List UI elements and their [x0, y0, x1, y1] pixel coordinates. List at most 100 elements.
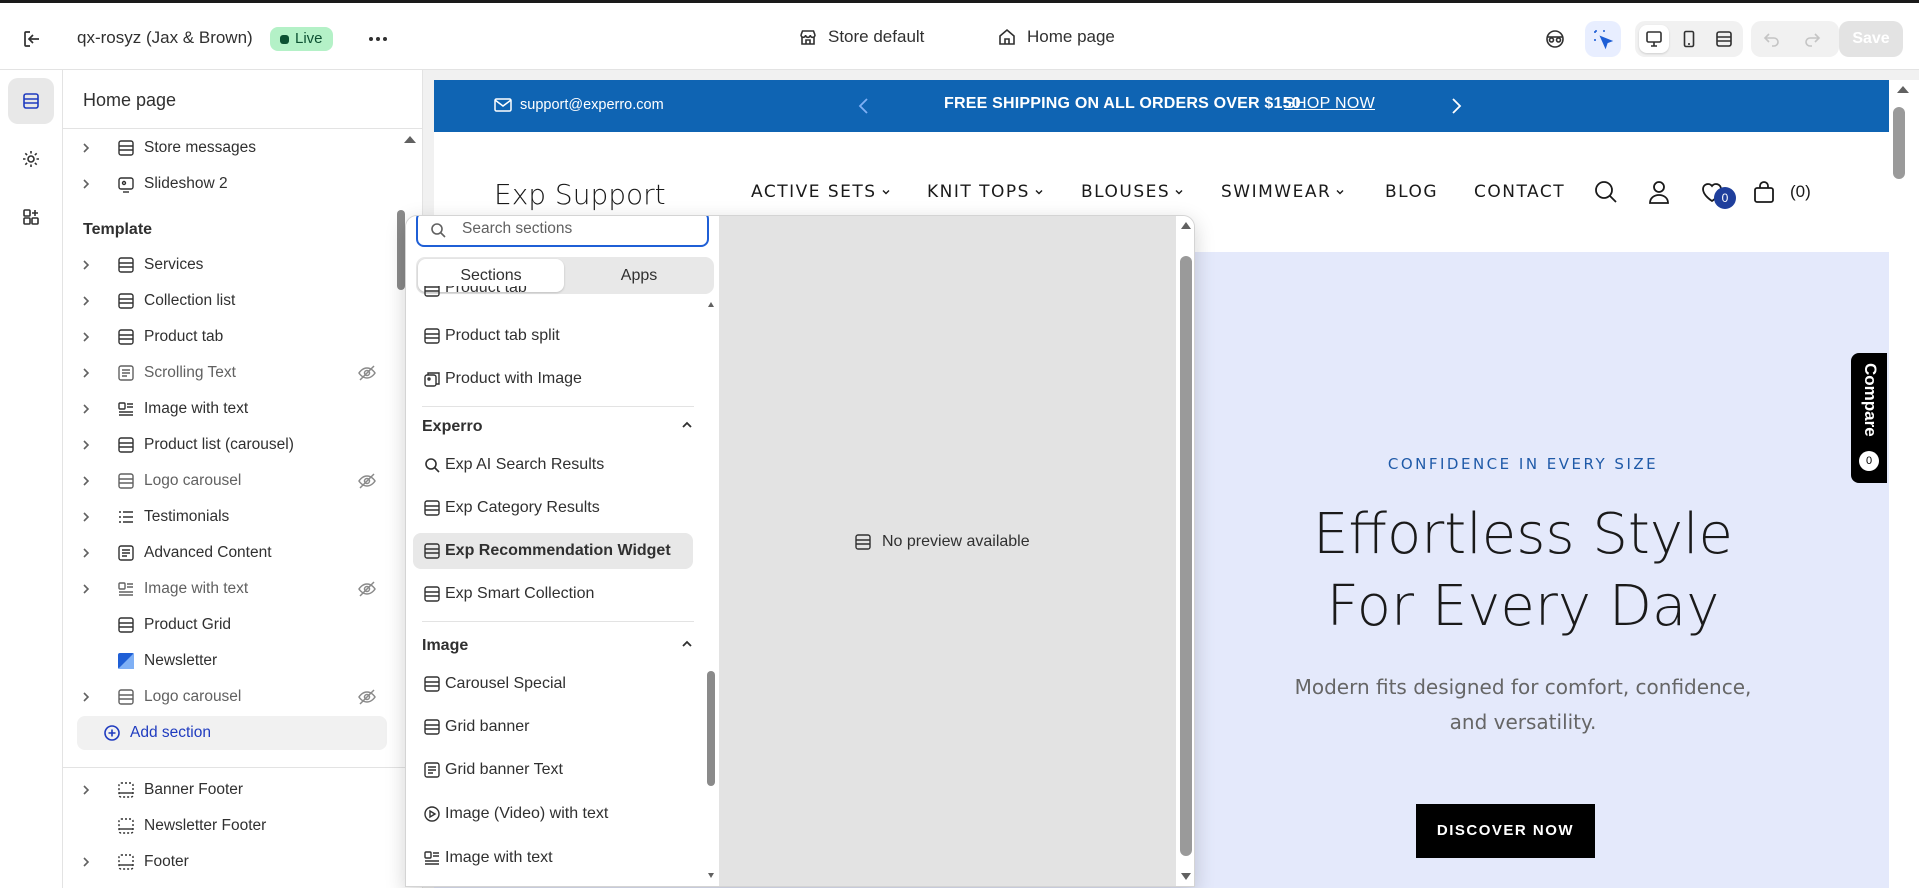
user-icon[interactable]	[1645, 178, 1673, 206]
page-selector[interactable]: Home page	[997, 27, 1115, 47]
theme-settings-nav-button[interactable]	[8, 136, 54, 182]
chevron-right-icon[interactable]	[79, 783, 93, 797]
select-element-button[interactable]	[1585, 21, 1621, 57]
chevron-left-icon[interactable]	[854, 96, 874, 116]
sidebar-item-store-messages[interactable]: Store messages	[77, 132, 387, 164]
exit-icon[interactable]	[20, 27, 44, 51]
section-list-scrollbar[interactable]	[707, 671, 715, 786]
scroll-up-arrow-icon[interactable]	[403, 134, 417, 144]
sidebar-item-logo-carousel[interactable]: Logo carousel	[77, 465, 387, 497]
list-item-image-with-text[interactable]: Image with text	[413, 840, 693, 876]
store-logo[interactable]: Exp Support	[494, 178, 666, 211]
sidebar-scrollbar[interactable]	[397, 210, 405, 290]
sidebar-item-footer[interactable]: Footer	[77, 846, 387, 878]
scroll-down-arrow-icon[interactable]	[1180, 872, 1192, 882]
redo-icon[interactable]	[1803, 30, 1821, 48]
list-item-exp-recommendation-widget[interactable]: Exp Recommendation Widget	[413, 533, 693, 569]
sections-nav-button[interactable]	[8, 78, 54, 124]
scroll-up-arrow-icon[interactable]	[707, 300, 715, 308]
scroll-up-arrow-icon[interactable]	[1896, 84, 1910, 94]
nav-item-swimwear[interactable]: SWIMWEAR	[1221, 182, 1345, 202]
sidebar-item-services[interactable]: Services	[77, 249, 387, 281]
chevron-right-icon[interactable]	[79, 690, 93, 704]
sidebar-item-advanced-content[interactable]: Advanced Content	[77, 537, 387, 569]
preview-scrollbar-thumb[interactable]	[1893, 107, 1905, 179]
chevron-right-icon[interactable]	[79, 366, 93, 380]
nav-item-contact[interactable]: CONTACT	[1474, 182, 1565, 202]
compare-tab[interactable]: Compare 0	[1851, 353, 1887, 483]
chevron-right-icon[interactable]	[79, 582, 93, 596]
list-item-grid-banner-text[interactable]: Grid banner Text	[413, 752, 693, 788]
fullwidth-icon	[1716, 31, 1732, 47]
sidebar-item-product-grid[interactable]: Product Grid	[77, 609, 387, 641]
search-field[interactable]	[416, 216, 709, 247]
chevron-right-icon[interactable]	[79, 546, 93, 560]
sidebar-item-testimonials[interactable]: Testimonials	[77, 501, 387, 533]
sidebar-item-logo-carousel-2[interactable]: Logo carousel	[77, 681, 387, 713]
search-input[interactable]	[462, 218, 692, 240]
chevron-right-icon[interactable]	[79, 474, 93, 488]
chevron-right-icon[interactable]	[79, 177, 93, 191]
apps-nav-button[interactable]	[8, 194, 54, 240]
discover-now-button[interactable]: DISCOVER NOW	[1416, 804, 1595, 858]
nav-item-blog[interactable]: BLOG	[1385, 182, 1438, 202]
sidebar-item-product-list-carousel[interactable]: Product list (carousel)	[77, 429, 387, 461]
preview-scrollbar-track	[1889, 80, 1919, 888]
cart-count[interactable]: (0)	[1790, 182, 1811, 202]
support-email[interactable]: support@experro.com	[494, 97, 664, 113]
sidebar-item-image-with-text-2[interactable]: Image with text	[77, 573, 387, 605]
save-button[interactable]: Save	[1839, 21, 1903, 57]
eye-hidden-icon[interactable]	[357, 363, 377, 383]
fullwidth-view-button[interactable]	[1709, 25, 1739, 53]
eye-hidden-icon[interactable]	[357, 471, 377, 491]
theme-selector[interactable]: Store default	[798, 27, 924, 47]
shopping-bag-icon[interactable]	[1750, 178, 1778, 206]
chevron-right-icon[interactable]	[79, 258, 93, 272]
add-section-button[interactable]: Add section	[77, 716, 387, 750]
sidebar-item-scrolling-text[interactable]: Scrolling Text	[77, 357, 387, 389]
list-item-product-tab[interactable]: Product tab	[413, 286, 693, 306]
sidebar-item-image-with-text[interactable]: Image with text	[77, 393, 387, 425]
desktop-view-button[interactable]	[1639, 25, 1669, 53]
group-header-image[interactable]: Image	[422, 637, 694, 655]
more-actions-icon[interactable]	[364, 27, 392, 51]
chevron-right-icon[interactable]	[79, 438, 93, 452]
scroll-down-arrow-icon[interactable]	[707, 872, 715, 880]
group-header-experro[interactable]: Experro	[422, 418, 694, 436]
chevron-right-icon[interactable]	[1446, 96, 1466, 116]
list-item-product-tab-split[interactable]: Product tab split	[413, 318, 693, 354]
chevron-right-icon[interactable]	[79, 510, 93, 524]
sidebar-item-slideshow[interactable]: Slideshow 2	[77, 168, 387, 200]
undo-icon[interactable]	[1763, 30, 1781, 48]
eye-hidden-icon[interactable]	[357, 687, 377, 707]
sidebar-item-banner-footer[interactable]: Banner Footer	[77, 774, 387, 806]
mobile-view-button[interactable]	[1674, 25, 1704, 53]
scroll-up-arrow-icon[interactable]	[1180, 220, 1192, 230]
chevron-right-icon[interactable]	[79, 294, 93, 308]
list-item-exp-smart-collection[interactable]: Exp Smart Collection	[413, 576, 693, 612]
nav-item-knit-tops[interactable]: KNIT TOPS	[927, 182, 1044, 202]
nav-item-blouses[interactable]: BLOUSES	[1081, 182, 1184, 202]
eye-hidden-icon[interactable]	[357, 579, 377, 599]
chevron-right-icon[interactable]	[79, 402, 93, 416]
nav-item-active-sets[interactable]: ACTIVE SETS	[751, 182, 891, 202]
sidebar-item-newsletter-footer[interactable]: Newsletter Footer	[77, 810, 387, 842]
chevron-up-icon[interactable]	[680, 637, 694, 651]
list-item-carousel-special[interactable]: Carousel Special	[413, 666, 693, 702]
search-icon[interactable]	[1592, 178, 1620, 206]
preview-pane-scrollbar-thumb[interactable]	[1180, 256, 1192, 856]
chevron-right-icon[interactable]	[79, 855, 93, 869]
sidebar-item-product-tab[interactable]: Product tab	[77, 321, 387, 353]
chevron-right-icon[interactable]	[79, 141, 93, 155]
sidebar-item-newsletter[interactable]: Newsletter	[77, 645, 387, 677]
list-item-grid-banner[interactable]: Grid banner	[413, 709, 693, 745]
shop-now-link[interactable]: SHOP NOW	[1284, 95, 1375, 113]
list-item-exp-category-results[interactable]: Exp Category Results	[413, 490, 693, 526]
list-item-image-video-with-text[interactable]: Image (Video) with text	[413, 796, 693, 832]
chevron-right-icon[interactable]	[79, 330, 93, 344]
preview-inspector-icon[interactable]	[1541, 25, 1569, 53]
sidebar-item-collection-list[interactable]: Collection list	[77, 285, 387, 317]
list-item-product-with-image[interactable]: Product with Image	[413, 361, 693, 397]
list-item-exp-ai-search-results[interactable]: Exp AI Search Results	[413, 447, 693, 483]
chevron-up-icon[interactable]	[680, 418, 694, 432]
